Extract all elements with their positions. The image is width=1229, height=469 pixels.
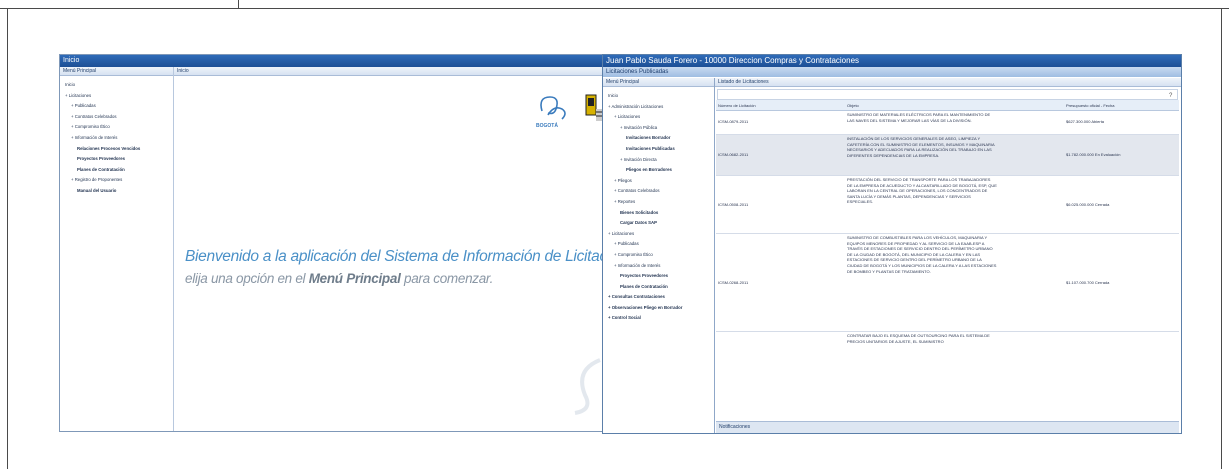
- table-row[interactable]: ICSM-0682-2011 INSTALACIÓN DE LOS SERVIC…: [716, 135, 1179, 176]
- frame-left-border: [7, 8, 8, 469]
- menu-item[interactable]: + Licitaciones: [605, 112, 713, 123]
- menu-item[interactable]: + Licitaciones: [605, 229, 713, 240]
- frame-divider: [238, 0, 239, 9]
- menu-item[interactable]: + Observaciones Pliego en Borrador: [605, 303, 713, 314]
- frame-right-border: [1221, 8, 1222, 469]
- frame-top-border: [0, 8, 1229, 9]
- menu-item[interactable]: + Licitaciones: [62, 91, 172, 102]
- right-window-titlebar: Juan Pablo Sauda Forero - 10000 Direccio…: [603, 55, 1181, 67]
- menu-item[interactable]: Manual del Usuario: [62, 186, 172, 197]
- menu-item[interactable]: Invitaciones Publicadas: [605, 144, 713, 155]
- table-header: Número de Licitación Objeto Presupuesto …: [716, 100, 1179, 111]
- menu-item[interactable]: + Información de Interés: [605, 261, 713, 272]
- menu-item[interactable]: + Invitación Directa: [605, 155, 713, 166]
- menu-item[interactable]: + Invitación Pública: [605, 123, 713, 134]
- window-title: Inicio: [63, 57, 80, 64]
- column-header-presupuesto[interactable]: Presupuesto oficial - Fecha: [1066, 103, 1114, 108]
- menu-item[interactable]: + Publicadas: [62, 101, 172, 112]
- menu-item[interactable]: + Pliegos: [605, 176, 713, 187]
- pane-divider: [714, 78, 715, 433]
- menu-item[interactable]: Inicio: [605, 91, 713, 102]
- menu-item[interactable]: + Control Social: [605, 313, 713, 324]
- menu-item[interactable]: + Contratos Celebrados: [62, 112, 172, 123]
- table-row[interactable]: ICSM-0268-2011 SUMINISTRO DE COMBUSTIBLE…: [716, 234, 1179, 332]
- menu-tree: Inicio + Administración Licitaciones + Lic…: [605, 91, 713, 324]
- left-window: Inicio Menú Principal Inicio Inicio + Lic…: [59, 54, 614, 432]
- menu-item[interactable]: + Reportes: [605, 197, 713, 208]
- menu-item[interactable]: + Publicadas: [605, 239, 713, 250]
- menu-item[interactable]: Pliegos en Borradores: [605, 165, 713, 176]
- menu-item[interactable]: Inicio: [62, 80, 172, 91]
- search-bar[interactable]: ?: [717, 89, 1178, 100]
- left-window-titlebar: Inicio: [60, 55, 613, 67]
- right-window-subtitle: Licitaciones Publicadas: [603, 67, 1181, 77]
- menu-item[interactable]: + Compromiso Ético: [62, 122, 172, 133]
- table-row[interactable]: CONTRATAR BAJO EL ESQUEMA DE OUTSOURCING…: [716, 332, 1179, 350]
- column-header-objeto[interactable]: Objeto: [847, 103, 859, 108]
- menu-item[interactable]: Invitaciones Borrador: [605, 133, 713, 144]
- logo-caption: BOGOTÁ: [536, 123, 558, 129]
- welcome-instructions: elija una opción en el Menú Principal pa…: [185, 271, 494, 286]
- menu-item[interactable]: + Contratos Celebrados: [605, 186, 713, 197]
- menu-item[interactable]: Proyectos Proveedores: [62, 154, 172, 165]
- menu-item[interactable]: Planes de Contratación: [62, 165, 172, 176]
- menu-item[interactable]: + Consultas Contrataciones: [605, 292, 713, 303]
- notifications-bar[interactable]: Notificaciones: [716, 421, 1179, 433]
- menu-tree: Inicio + Licitaciones + Publicadas + Contra…: [62, 80, 172, 197]
- content-header: Listado de Licitaciones: [715, 78, 1181, 87]
- menu-header: Menú Principal: [603, 78, 714, 87]
- content-header: Inicio: [174, 67, 613, 76]
- menu-item[interactable]: + Registro de Proponentes: [62, 175, 172, 186]
- pane-divider: [173, 67, 174, 431]
- menu-item[interactable]: Cargar Datos SAP: [605, 218, 713, 229]
- menu-item[interactable]: + Compromiso Ético: [605, 250, 713, 261]
- welcome-message: Bienvenido a la aplicación del Sistema d…: [185, 248, 613, 265]
- menu-item[interactable]: Proyectos Proveedores: [605, 271, 713, 282]
- column-header-numero[interactable]: Número de Licitación: [718, 103, 756, 108]
- menu-header: Menú Principal: [60, 67, 173, 76]
- menu-item[interactable]: + Información de Interés: [62, 133, 172, 144]
- logo-area: BOGOTÁ: [534, 89, 606, 133]
- menu-item[interactable]: Planes de Contratación: [605, 282, 713, 293]
- licitaciones-table: Número de Licitación Objeto Presupuesto …: [716, 100, 1179, 421]
- svg-text:?: ?: [1169, 93, 1173, 97]
- table-row[interactable]: ICSM-0508-2011 PRESTACIÓN DEL SERVICIO D…: [716, 176, 1179, 234]
- menu-item[interactable]: + Administración Licitaciones: [605, 102, 713, 113]
- menu-item[interactable]: Relaciones Procesos Vencidos: [62, 144, 172, 155]
- help-icon[interactable]: ?: [1169, 91, 1175, 97]
- menu-item[interactable]: Bienes Solicitados: [605, 208, 713, 219]
- table-row[interactable]: ICSM-0879-2011 SUMINISTRO DE MATERIALES …: [716, 111, 1179, 135]
- right-window: Juan Pablo Sauda Forero - 10000 Direccio…: [602, 54, 1182, 434]
- window-title: Juan Pablo Sauda Forero - 10000 Direccio…: [606, 56, 860, 65]
